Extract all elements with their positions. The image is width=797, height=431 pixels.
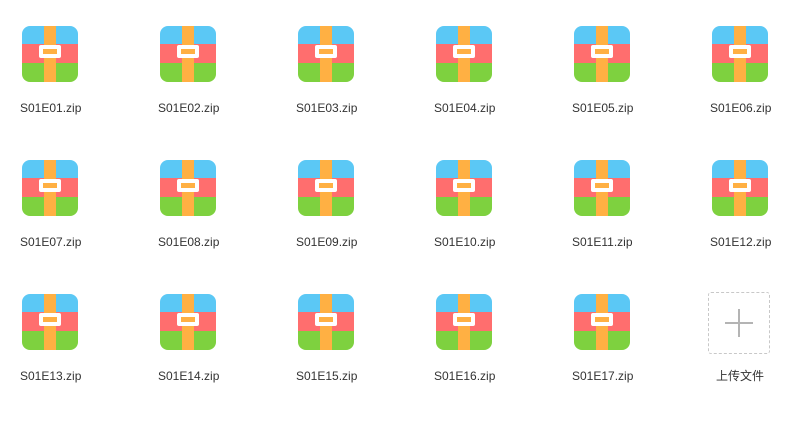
file-name-label: S01E07.zip <box>20 235 82 249</box>
file-item[interactable]: S01E12.zip <box>710 160 797 270</box>
file-item[interactable]: S01E13.zip <box>20 294 142 404</box>
zip-archive-icon <box>574 26 630 82</box>
file-item[interactable]: S01E15.zip <box>296 294 418 404</box>
file-name-label: S01E08.zip <box>158 235 220 249</box>
file-item[interactable]: S01E09.zip <box>296 160 418 270</box>
file-item[interactable]: S01E14.zip <box>158 294 280 404</box>
file-name-label: S01E09.zip <box>296 235 358 249</box>
file-item[interactable]: S01E02.zip <box>158 26 280 136</box>
file-name-label: S01E15.zip <box>296 369 358 383</box>
file-name-label: S01E10.zip <box>434 235 496 249</box>
file-name-label: S01E01.zip <box>20 101 82 115</box>
zip-archive-icon <box>712 160 768 216</box>
file-name-label: S01E14.zip <box>158 369 220 383</box>
file-name-label: S01E17.zip <box>572 369 634 383</box>
zip-archive-icon <box>574 160 630 216</box>
file-grid: 上传文件 S01E01.zip S01E02.zip S01E03.zip S01E0… <box>0 0 797 431</box>
file-item[interactable]: S01E05.zip <box>572 26 694 136</box>
zip-archive-icon <box>436 26 492 82</box>
file-name-label: S01E11.zip <box>572 235 633 249</box>
zip-archive-icon <box>712 26 768 82</box>
file-name-label: S01E02.zip <box>158 101 220 115</box>
zip-archive-icon <box>160 294 216 350</box>
file-item[interactable]: S01E01.zip <box>20 26 142 136</box>
upload-label: 上传文件 <box>716 369 765 383</box>
file-name-label: S01E05.zip <box>572 101 634 115</box>
zip-archive-icon <box>298 160 354 216</box>
file-item[interactable]: S01E07.zip <box>20 160 142 270</box>
file-item[interactable]: S01E04.zip <box>434 26 556 136</box>
file-item[interactable]: S01E03.zip <box>296 26 418 136</box>
file-item[interactable]: S01E16.zip <box>434 294 556 404</box>
zip-archive-icon <box>22 160 78 216</box>
zip-archive-icon <box>436 294 492 350</box>
zip-archive-icon <box>574 294 630 350</box>
file-item[interactable]: S01E08.zip <box>158 160 280 270</box>
plus-icon <box>725 309 753 337</box>
file-name-label: S01E04.zip <box>434 101 496 115</box>
file-name-label: S01E06.zip <box>710 101 772 115</box>
file-item[interactable]: S01E10.zip <box>434 160 556 270</box>
zip-archive-icon <box>160 160 216 216</box>
file-name-label: S01E16.zip <box>434 369 496 383</box>
file-item[interactable]: S01E11.zip <box>572 160 694 270</box>
file-name-label: S01E03.zip <box>296 101 358 115</box>
zip-archive-icon <box>436 160 492 216</box>
file-name-label: S01E13.zip <box>20 369 82 383</box>
file-item[interactable]: S01E06.zip <box>710 26 797 136</box>
upload-file-button[interactable]: 上传文件 <box>708 292 797 404</box>
upload-dropzone[interactable] <box>708 292 770 354</box>
zip-archive-icon <box>298 26 354 82</box>
file-name-label: S01E12.zip <box>710 235 772 249</box>
zip-archive-icon <box>160 26 216 82</box>
zip-archive-icon <box>22 294 78 350</box>
zip-archive-icon <box>22 26 78 82</box>
zip-archive-icon <box>298 294 354 350</box>
file-item[interactable]: S01E17.zip <box>572 294 694 404</box>
